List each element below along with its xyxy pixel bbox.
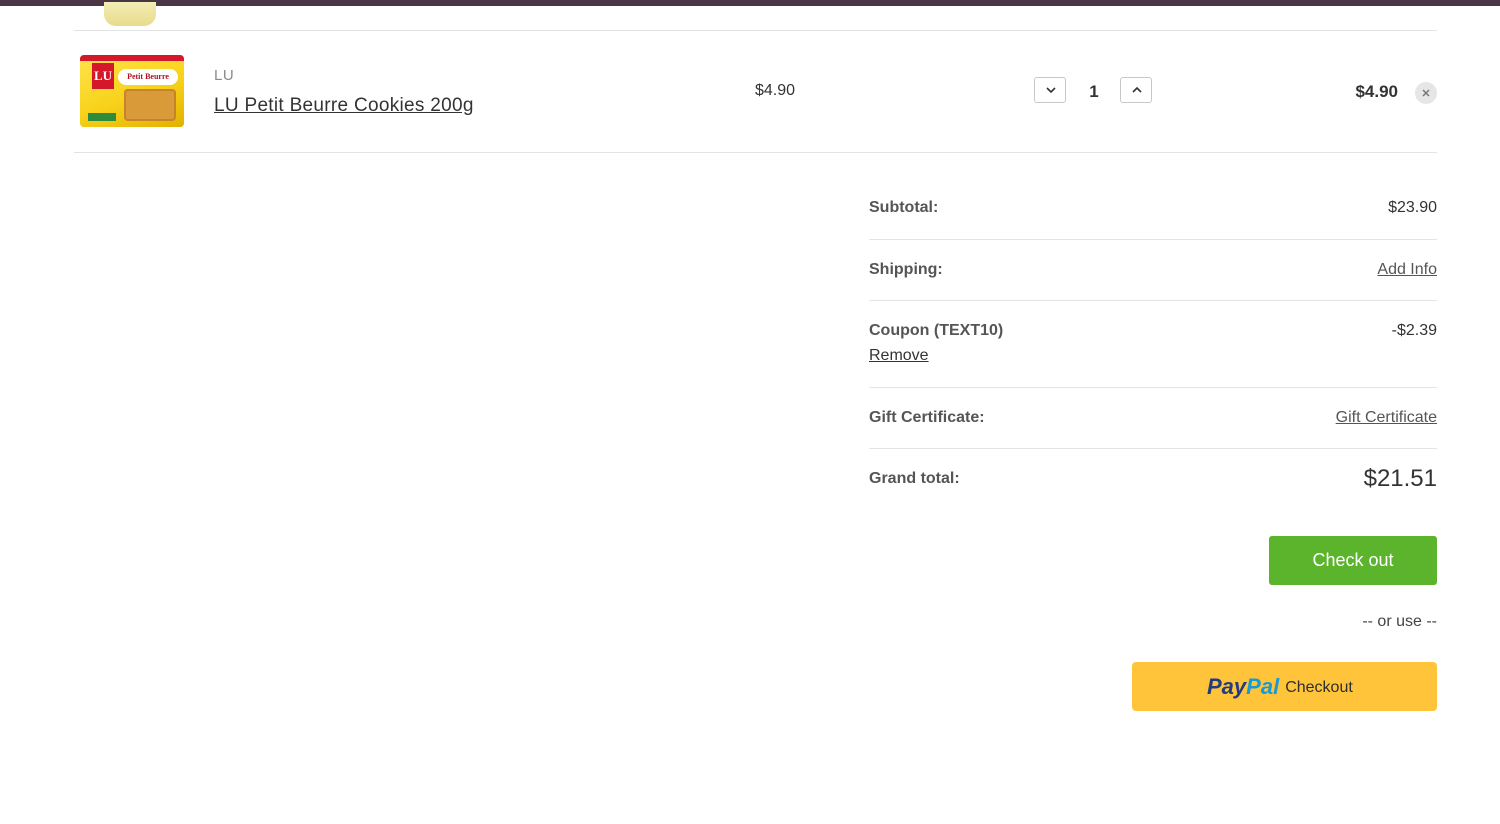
paypal-logo: PayPal Checkout: [1207, 674, 1353, 700]
shipping-add-info-link[interactable]: Add Info: [1377, 261, 1437, 279]
paypal-checkout-label: Checkout: [1285, 679, 1353, 696]
product-pack-band: [80, 55, 184, 61]
subtotal-value: $23.90: [1388, 199, 1437, 216]
quantity-decrease-button[interactable]: [1034, 77, 1066, 103]
order-totals: Subtotal: $23.90 Shipping: Add Info Coup…: [869, 153, 1437, 519]
subtotal-row: Subtotal: $23.90: [869, 153, 1437, 240]
paypal-logo-pay: Pay: [1207, 674, 1247, 699]
shipping-label: Shipping:: [869, 261, 943, 278]
cart-item-row: LU Petit Beurre LU LU Petit Beurre Cooki…: [74, 31, 1437, 152]
paypal-logo-pal: Pal: [1246, 674, 1280, 699]
previous-item-thumbnail: [104, 2, 156, 26]
product-pack-label: [88, 113, 116, 121]
coupon-remove-link[interactable]: Remove: [869, 347, 929, 365]
line-total: $4.90: [1355, 82, 1398, 101]
chevron-down-icon: [1046, 87, 1056, 94]
grand-total-label: Grand total:: [869, 470, 960, 487]
product-image[interactable]: LU Petit Beurre: [80, 55, 184, 127]
grand-total-row: Grand total: $21.51: [869, 449, 1437, 519]
quantity-increase-button[interactable]: [1120, 77, 1152, 103]
grand-total-value: $21.51: [1363, 465, 1437, 492]
product-logo: LU: [92, 63, 114, 89]
product-banner: Petit Beurre: [118, 69, 178, 85]
paypal-checkout-button[interactable]: PayPal Checkout: [1132, 662, 1437, 711]
coupon-row: Coupon (TEXT10) -$2.39 Remove: [869, 301, 1437, 388]
coupon-label: Coupon (TEXT10): [869, 322, 1004, 339]
unit-price: $4.90: [755, 82, 796, 99]
checkout-button[interactable]: Check out: [1269, 536, 1437, 585]
subtotal-label: Subtotal:: [869, 199, 939, 216]
or-use-text: -- or use --: [1362, 613, 1437, 630]
close-icon: [1422, 89, 1430, 97]
shipping-row: Shipping: Add Info: [869, 240, 1437, 301]
top-header-bar: [0, 0, 1500, 6]
product-name-link[interactable]: LU Petit Beurre Cookies 200g: [214, 95, 474, 117]
quantity-value[interactable]: 1: [1082, 82, 1106, 102]
gift-certificate-label: Gift Certificate:: [869, 409, 985, 426]
product-brand: LU: [214, 67, 235, 84]
gift-certificate-link[interactable]: Gift Certificate: [1336, 409, 1437, 427]
gift-certificate-row: Gift Certificate: Gift Certificate: [869, 388, 1437, 449]
chevron-up-icon: [1132, 86, 1142, 93]
biscuit-graphic: [124, 89, 176, 121]
coupon-discount-value: -$2.39: [1391, 322, 1437, 339]
remove-item-button[interactable]: [1415, 82, 1437, 104]
